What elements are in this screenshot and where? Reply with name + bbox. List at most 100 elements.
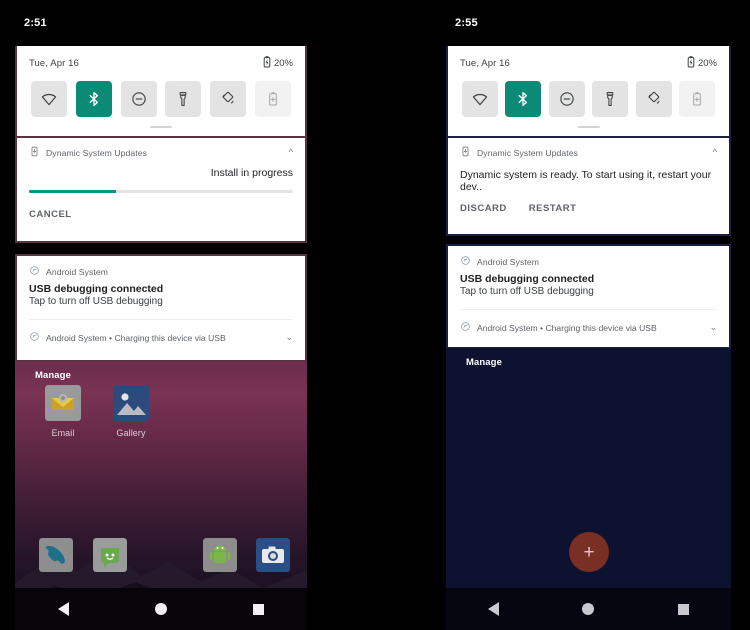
expand-icon[interactable]: ⌄ [285,332,293,343]
notification-actions: DISCARD RESTART [460,195,717,224]
notification-actions: CANCEL [29,195,293,230]
restart-button[interactable]: RESTART [529,203,577,214]
add-fab-button[interactable]: + [569,532,609,572]
install-progress-bar [29,190,293,193]
dock-apps[interactable] [203,538,237,572]
do-not-disturb-icon [558,90,576,108]
expand-icon[interactable]: ⌄ [709,322,717,333]
right-status-bar: 2:55 [446,0,731,46]
system-update-icon [29,146,40,159]
back-triangle-icon[interactable] [58,602,69,616]
battery-charging-icon [687,56,695,71]
tile-auto-rotate[interactable] [635,81,672,117]
home-circle-icon[interactable] [155,603,167,615]
progress-fill [29,190,117,193]
tile-do-not-disturb[interactable] [120,81,157,117]
quick-settings-header: Tue, Apr 16 20% [17,46,305,73]
notification-app-name: Android System [477,256,540,267]
cancel-button[interactable]: CANCEL [29,209,72,220]
notification-app-name: Android System • Charging this device vi… [477,322,657,333]
quick-settings-date: Tue, Apr 16 [460,58,510,69]
left-phone: 2:51 Tue, Apr 16 20% Dynamic System Upda… [15,0,307,630]
quick-settings-tiles [17,73,305,119]
recents-square-icon[interactable] [678,603,690,615]
tile-battery-saver[interactable] [678,81,715,117]
notification-body: Tap to turn off USB debugging [29,296,163,307]
battery-charging-icon [263,56,271,71]
home-app-grid: Email Gallery [15,385,307,438]
android-system-icon [460,255,471,268]
right-navigation-bar [446,588,731,630]
android-system-icon [29,331,40,344]
status-clock: 2:51 [24,17,47,29]
quick-settings-drag-handle[interactable] [17,119,305,135]
plus-icon: + [583,541,595,563]
battery-percent-label: 20% [273,58,293,69]
screenshot-stage: 2:51 Tue, Apr 16 20% Dynamic System Upda… [0,0,750,630]
dock-phone[interactable] [39,538,73,572]
home-circle-icon[interactable] [582,603,595,615]
android-system-icon [29,265,40,278]
do-not-disturb-icon [130,90,148,108]
notification-charging-row[interactable]: Android System • Charging this device vi… [460,309,717,345]
gallery-icon [113,385,149,421]
notification-app-name: Dynamic System Updates [477,147,579,158]
notification-group-android-system[interactable]: Android System USB debugging connected T… [446,244,731,349]
manage-button[interactable]: Manage [15,361,307,381]
android-system-icon [460,321,471,334]
notification-charging-row[interactable]: Android System • Charging this device vi… [29,319,293,355]
status-clock: 2:55 [455,17,478,29]
collapse-icon[interactable]: ^ [713,148,717,157]
tile-wifi[interactable] [31,81,67,117]
notification-group-android-system[interactable]: Android System USB debugging connected T… [15,254,307,362]
tile-battery-saver[interactable] [254,81,291,117]
app-label: Email [51,428,75,438]
right-quick-settings-panel: Tue, Apr 16 20% [446,46,731,136]
left-status-bar: 2:51 [15,0,307,46]
home-dock [15,538,307,578]
dock-messaging[interactable] [93,538,127,572]
auto-rotate-icon [219,90,237,108]
wifi-icon [40,90,58,108]
bluetooth-icon [514,90,532,108]
left-quick-settings-panel: Tue, Apr 16 20% [15,46,307,136]
battery-saver-icon [688,90,706,108]
tile-bluetooth[interactable] [505,81,542,117]
tile-bluetooth[interactable] [75,81,112,117]
quick-settings-drag-handle[interactable] [448,119,729,135]
dock-camera[interactable] [256,538,290,572]
tile-do-not-disturb[interactable] [548,81,585,117]
notification-body: Dynamic system is ready. To start using … [460,169,712,193]
tile-auto-rotate[interactable] [210,81,247,117]
app-email[interactable]: Email [37,385,89,438]
discard-button[interactable]: DISCARD [460,203,507,214]
battery-saver-icon [264,90,282,108]
quick-settings-tiles [448,73,729,119]
bluetooth-icon [85,90,103,108]
tile-wifi[interactable] [462,81,498,117]
quick-settings-date: Tue, Apr 16 [29,58,79,69]
notification-app-row: Dynamic System Updates ^ [29,138,293,161]
right-phone: 2:55 Tue, Apr 16 20% Dynamic System Upda… [446,0,731,630]
notification-app-name: Dynamic System Updates [46,147,148,158]
left-navigation-bar [15,588,307,630]
recents-square-icon[interactable] [253,603,264,615]
right-shade-body: Manage + [446,348,731,630]
notification-title: USB debugging connected [460,273,595,285]
left-shade-body: Manage Email Gallery [15,361,307,630]
tile-flashlight[interactable] [592,81,629,117]
manage-button[interactable]: Manage [446,348,731,368]
collapse-icon[interactable]: ^ [289,148,293,157]
back-triangle-icon[interactable] [487,602,499,616]
notification-app-row: Android System [29,256,293,280]
notification-dynamic-system-updates[interactable]: Dynamic System Updates ^ Dynamic system … [446,136,731,236]
notification-title: USB debugging connected [29,283,164,295]
notification-body: Tap to turn off USB debugging [460,286,594,297]
email-icon [45,385,81,421]
notification-dynamic-system-updates[interactable]: Dynamic System Updates ^ Install in prog… [15,136,307,243]
flashlight-icon [174,90,192,108]
quick-settings-header: Tue, Apr 16 20% [448,46,729,73]
tile-flashlight[interactable] [165,81,202,117]
notification-app-row: Dynamic System Updates ^ [460,138,717,161]
app-gallery[interactable]: Gallery [105,385,157,438]
